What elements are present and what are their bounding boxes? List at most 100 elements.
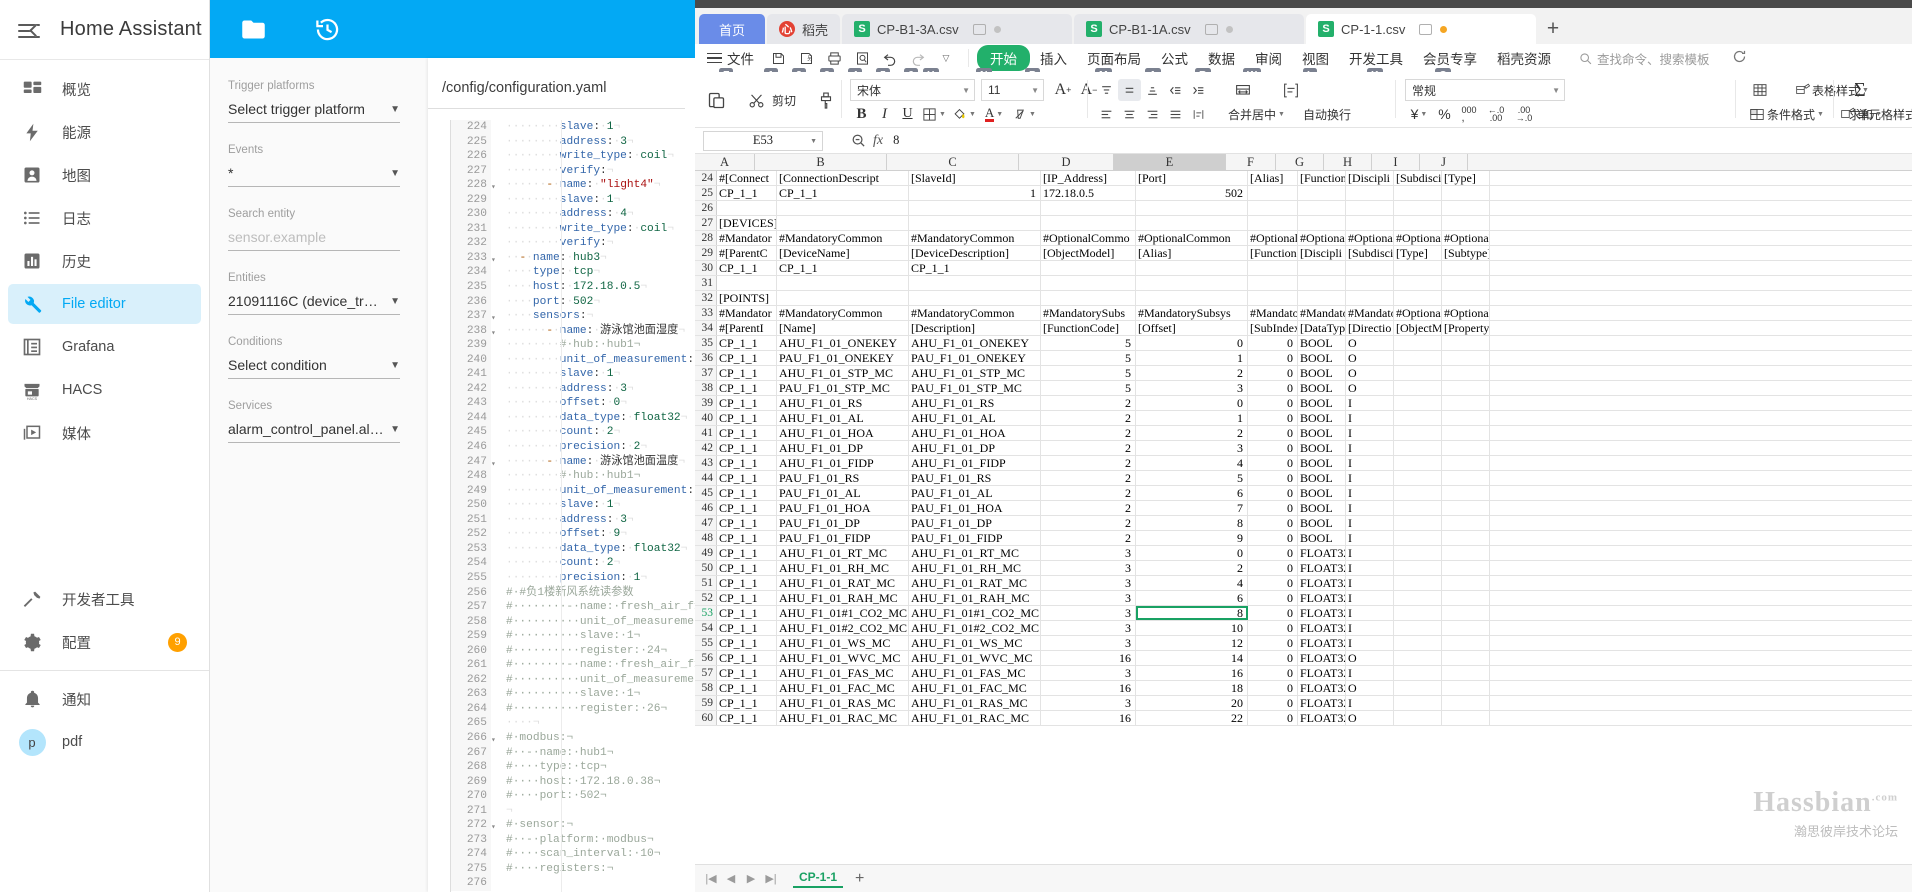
table-cell[interactable]: PAU_F1_01_HOA [909,501,1041,515]
table-cell[interactable]: FLOAT32 [1298,546,1346,560]
table-cell[interactable] [909,216,1041,230]
table-cell[interactable]: CP_1_1 [717,366,777,380]
table-cell[interactable]: [Discipli [1298,246,1346,260]
table-cell[interactable] [1248,291,1298,305]
print-preview-icon[interactable] [850,47,874,69]
fold-toggle-icon[interactable] [491,789,500,804]
table-cell[interactable]: [Subdisci [1394,171,1442,185]
table-cell[interactable]: AHU_F1_01_AL [777,411,909,425]
table-cell[interactable] [1442,636,1490,650]
row-height-icon[interactable] [1226,79,1260,101]
table-cell[interactable]: BOOL [1298,426,1346,440]
table-cell[interactable] [1394,606,1442,620]
font-color-icon[interactable]: A ▼ [979,103,1009,125]
table-cell[interactable]: 1 [909,186,1041,200]
table-cell[interactable] [1442,621,1490,635]
table-cell[interactable]: 5 [1041,366,1136,380]
table-cell[interactable]: I [1346,471,1394,485]
table-cell[interactable]: CP_1_1 [717,561,777,575]
table-cell[interactable]: 0 [1136,546,1248,560]
spreadsheet-grid[interactable]: ABCDEFGHIJ 24 #[Connect [ConnectionDescrip… [695,154,1912,864]
table-cell[interactable]: 22 [1136,711,1248,725]
file-menu-button[interactable]: 文件 [707,48,754,68]
table-cell[interactable] [1442,426,1490,440]
table-cell[interactable]: I [1346,696,1394,710]
table-cell[interactable] [1442,471,1490,485]
table-cell[interactable]: 2 [1041,531,1136,545]
fold-toggle-icon[interactable]: ▾ [491,324,500,339]
wrap-text-button[interactable]: 自动换行 [1297,103,1355,125]
table-cell[interactable]: CP_1_1 [717,591,777,605]
table-cell[interactable] [1041,291,1136,305]
fold-toggle-icon[interactable] [491,513,500,528]
table-cell[interactable]: 0 [1248,606,1298,620]
table-cell[interactable] [1442,186,1490,200]
table-cell[interactable]: AHU_F1_01_FAC_MC [777,681,909,695]
table-cell[interactable]: 3 [1041,621,1136,635]
table-cell[interactable]: I [1346,441,1394,455]
fold-toggle-icon[interactable] [491,411,500,426]
fold-toggle-icon[interactable] [491,295,500,310]
table-cell[interactable]: AHU_F1_01_FIDP [909,456,1041,470]
table-cell[interactable]: 0 [1248,366,1298,380]
save-as-icon[interactable]: 另 [794,47,818,69]
table-cell[interactable]: AHU_F1_01_FAS_MC [909,666,1041,680]
table-cell[interactable] [1298,291,1346,305]
fold-toggle-icon[interactable] [491,164,500,179]
ribbon-tab-5[interactable]: 审阅 [1245,46,1292,70]
table-cell[interactable]: AHU_F1_01_WVC_MC [909,651,1041,665]
table-cell[interactable]: 2 [1041,411,1136,425]
table-cell[interactable] [1394,516,1442,530]
table-cell[interactable]: 3 [1041,591,1136,605]
sheet-tab-cp-1-1[interactable]: CP-1-1 [793,870,844,888]
table-cell[interactable] [1136,291,1248,305]
table-cell[interactable]: BOOL [1298,531,1346,545]
row-header-36[interactable]: 36 [695,351,717,365]
table-cell[interactable] [1346,291,1394,305]
underline-button[interactable]: U [896,103,919,125]
fold-toggle-icon[interactable] [491,658,500,673]
table-cell[interactable]: AHU_F1_01_RS [777,396,909,410]
table-cell[interactable]: BOOL [1298,471,1346,485]
table-cell[interactable]: 16 [1041,711,1136,725]
table-cell[interactable]: [Function [1298,171,1346,185]
table-cell[interactable]: #Mandator [1298,306,1346,320]
table-cell[interactable] [1394,426,1442,440]
sidebar-item-media[interactable]: 媒体 [8,413,201,453]
table-cell[interactable]: CP_1_1 [717,516,777,530]
sidebar-item-file-editor[interactable]: File editor [8,284,201,324]
row-header-48[interactable]: 48 [695,531,717,545]
table-cell[interactable]: FLOAT32 [1298,621,1346,635]
table-cell[interactable] [1394,216,1442,230]
table-cell[interactable]: CP_1_1 [717,636,777,650]
table-cell[interactable] [1346,201,1394,215]
table-cell[interactable] [1394,291,1442,305]
services-select[interactable]: alarm_control_panel.alarm_ar… ▼ [228,421,400,443]
fold-toggle-icon[interactable]: ▾ [491,731,500,746]
table-cell[interactable] [1442,516,1490,530]
table-cell[interactable]: I [1346,456,1394,470]
table-cell[interactable]: CP_1_1 [909,261,1041,275]
table-cell[interactable]: CP_1_1 [717,411,777,425]
sidebar-item-notifications[interactable]: 通知 [8,679,201,719]
table-cell[interactable]: [Type] [1394,246,1442,260]
table-cell[interactable]: #[ParentI [717,321,777,335]
table-cell[interactable] [1298,201,1346,215]
table-cell[interactable]: CP_1_1 [717,666,777,680]
save-icon[interactable] [766,47,790,69]
table-cell[interactable]: 20 [1136,696,1248,710]
table-cell[interactable]: 10 [1136,621,1248,635]
fold-toggle-icon[interactable] [491,193,500,208]
table-cell[interactable]: #Mandator [1248,306,1298,320]
fold-toggle-icon[interactable] [491,338,500,353]
table-cell[interactable] [1394,261,1442,275]
table-cell[interactable]: I [1346,516,1394,530]
table-cell[interactable]: 6 [1136,591,1248,605]
table-cell[interactable]: AHU_F1_01_RAC_MC [909,711,1041,725]
table-cell[interactable]: #MandatorySubsys [1136,306,1248,320]
ribbon-tab-9[interactable]: 稻壳资源 [1487,46,1561,70]
fold-toggle-icon[interactable] [491,760,500,775]
table-cell[interactable]: 0 [1248,471,1298,485]
table-cell[interactable]: 2 [1041,396,1136,410]
table-cell[interactable] [1248,276,1298,290]
